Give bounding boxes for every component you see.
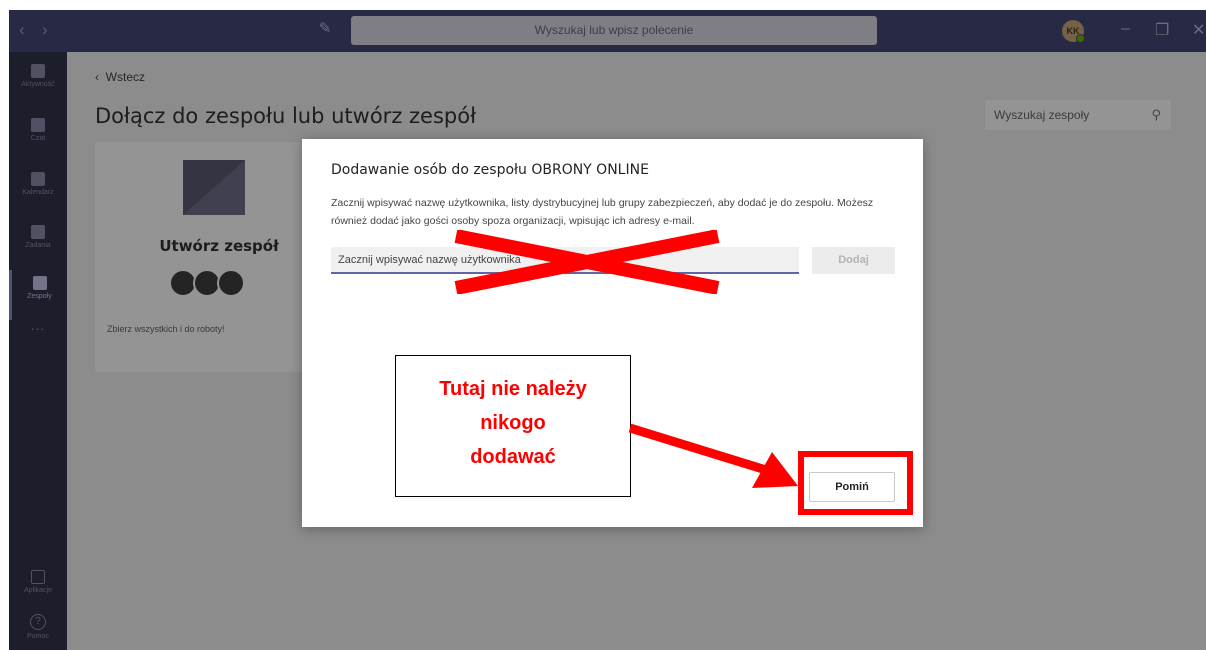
dialog-title: Dodawanie osób do zespołu OBRONY ONLINE: [331, 162, 649, 178]
dialog-description: Zacznij wpisywać nazwę użytkownika, list…: [331, 197, 874, 227]
highlight-frame: [798, 451, 913, 515]
annotation-line: dodawać: [470, 446, 556, 468]
red-cross-mark-icon: [454, 230, 720, 294]
annotation-line: Tutaj nie należy: [439, 378, 587, 400]
annotation-line: nikogo: [480, 412, 546, 434]
red-arrow-icon: [628, 423, 798, 488]
annotation-callout: Tutaj nie należy nikogo dodawać: [395, 355, 631, 497]
add-button[interactable]: Dodaj: [812, 247, 895, 274]
